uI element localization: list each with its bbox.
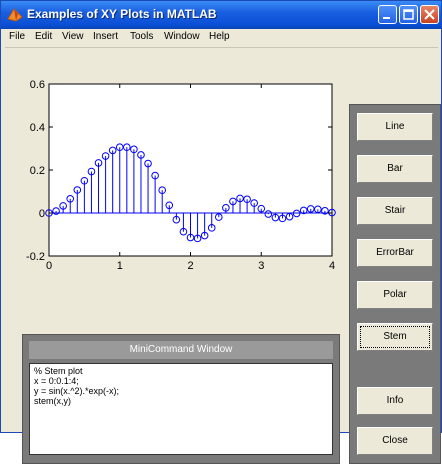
menu-window[interactable]: Window [164, 31, 200, 42]
menu-edit[interactable]: Edit [35, 31, 52, 42]
close-icon [424, 9, 435, 20]
figure-client-area: 0 1 2 3 4 -0.2 0 0.2 0.4 0.6 MiniCommand Window %… [5, 47, 441, 464]
errorbar-button[interactable]: ErrorBar [357, 239, 433, 267]
menu-insert[interactable]: Insert [93, 31, 118, 42]
y-tick-label: 0.6 [30, 79, 45, 91]
close-button[interactable]: Close [357, 427, 433, 455]
polar-button[interactable]: Polar [357, 281, 433, 309]
matlab-logo-icon [7, 8, 23, 22]
menu-view[interactable]: View [62, 31, 84, 42]
maximize-icon [403, 9, 414, 20]
code-line: stem(x,y) [34, 396, 71, 406]
matlab-figure-window: Examples of XY Plots in MATLAB File Edit… [0, 0, 442, 464]
maximize-button[interactable] [399, 5, 418, 24]
code-line: % Stem plot [34, 366, 83, 376]
code-line: x = 0:0.1:4; [34, 376, 79, 386]
menu-help[interactable]: Help [209, 31, 230, 42]
mini-command-code[interactable]: % Stem plot x = 0:0.1:4; y = sin(x.^2).*… [29, 363, 333, 455]
menu-file[interactable]: File [9, 31, 25, 42]
x-tick-label: 1 [117, 260, 123, 272]
info-button[interactable]: Info [357, 387, 433, 415]
y-tick-label: 0 [39, 208, 45, 220]
menu-bar: File Edit View Insert Tools Window Help [1, 29, 441, 47]
close-window-button[interactable] [420, 5, 439, 24]
plot-type-button-panel: Line Bar Stair ErrorBar Polar Stem Info … [349, 104, 441, 464]
line-button[interactable]: Line [357, 113, 433, 141]
x-tick-label: 2 [187, 260, 193, 272]
window-title: Examples of XY Plots in MATLAB [27, 7, 217, 21]
mini-command-window-title: MiniCommand Window [29, 341, 333, 359]
minimize-button[interactable] [378, 5, 397, 24]
x-tick-label: 3 [258, 260, 264, 272]
y-tick-label: 0.2 [30, 165, 45, 177]
code-line: y = sin(x.^2).*exp(-x); [34, 386, 119, 396]
y-tick-label: 0.4 [30, 122, 45, 134]
stem-plot-axes[interactable]: 0 1 2 3 4-0.200.20.40.6 [5, 48, 345, 283]
minimize-icon [383, 17, 390, 19]
x-tick-label: 0 [46, 260, 52, 272]
y-tick-label: -0.2 [26, 251, 45, 263]
stem-button[interactable]: Stem [357, 323, 433, 351]
x-tick-label: 4 [329, 260, 335, 272]
bar-button[interactable]: Bar [357, 155, 433, 183]
title-bar[interactable]: Examples of XY Plots in MATLAB [1, 1, 441, 29]
menu-tools[interactable]: Tools [130, 31, 153, 42]
stair-button[interactable]: Stair [357, 197, 433, 225]
mini-command-window: MiniCommand Window % Stem plot x = 0:0.1… [22, 334, 340, 464]
